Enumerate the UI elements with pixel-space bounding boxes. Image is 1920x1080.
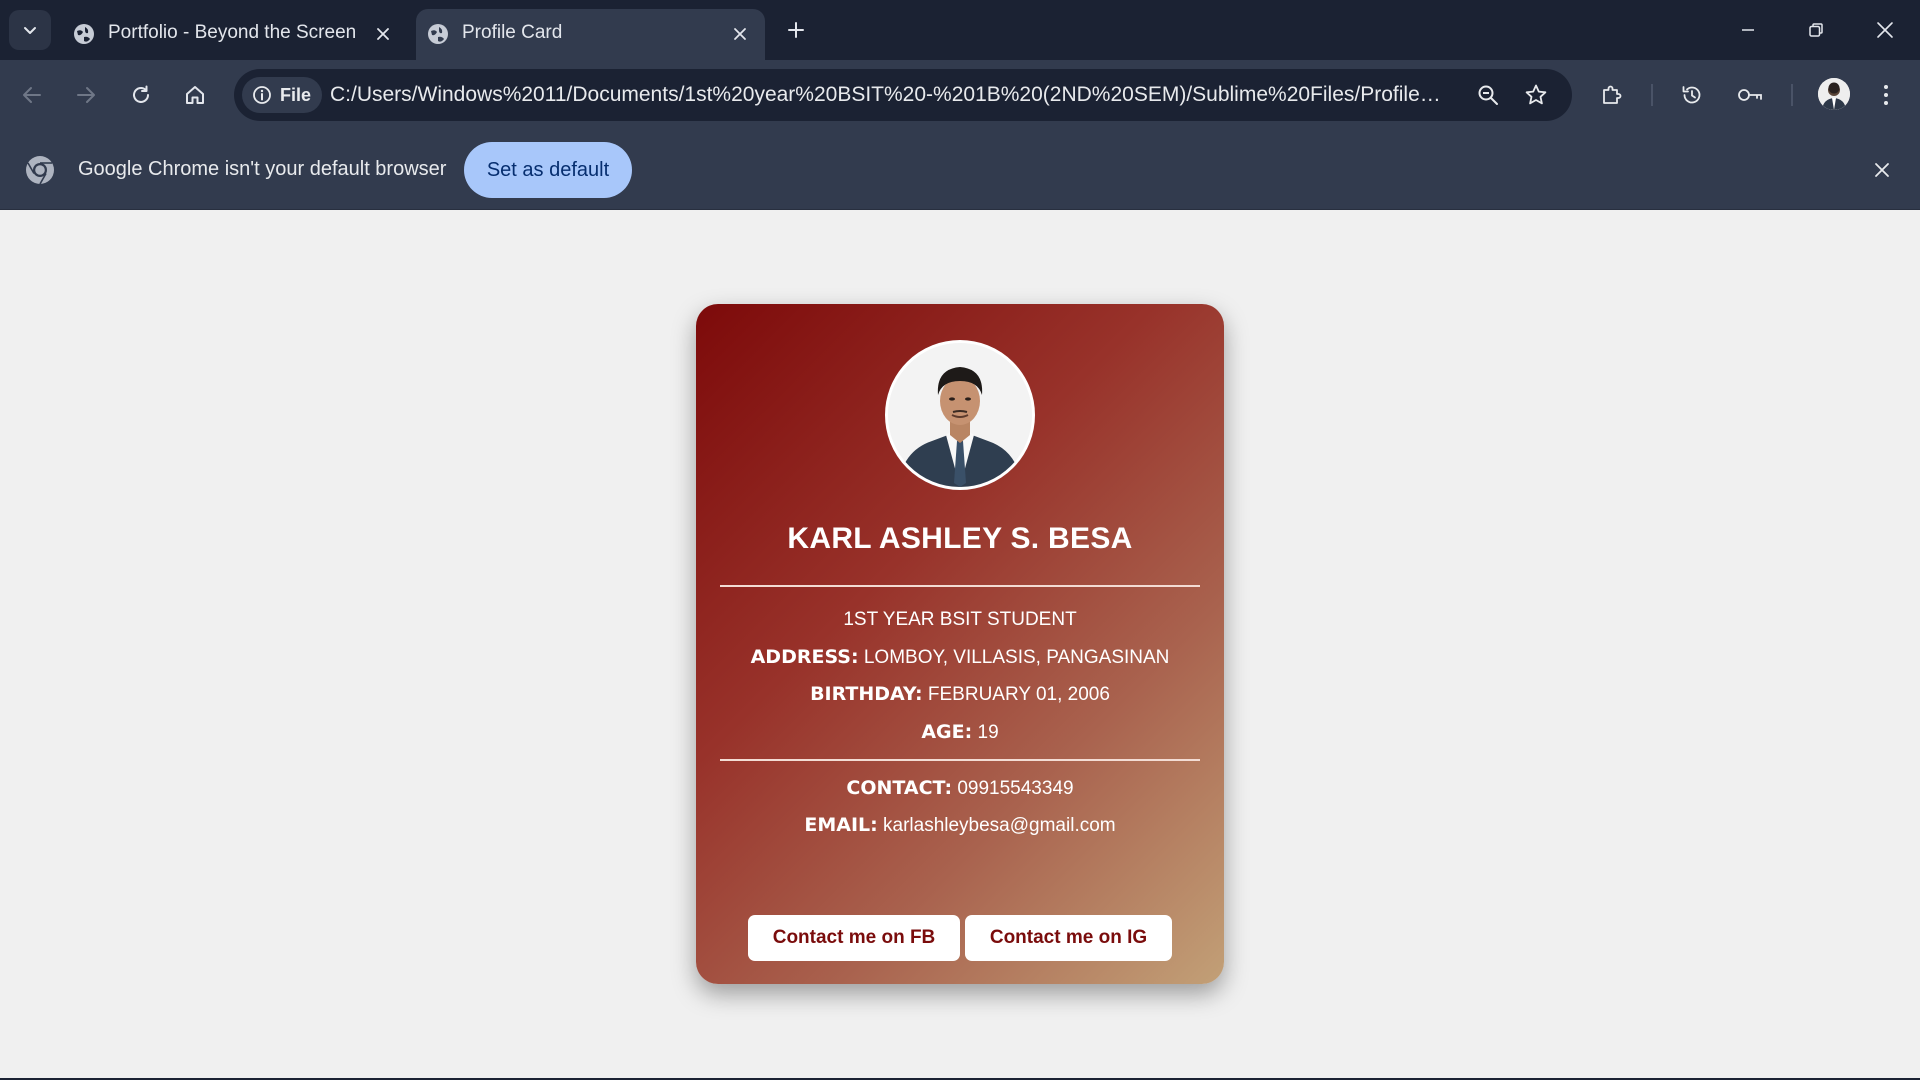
tab-search-button[interactable] bbox=[9, 10, 51, 50]
reload-icon bbox=[133, 85, 149, 103]
key-icon bbox=[1738, 89, 1762, 101]
address-label: ADDRESS: bbox=[750, 646, 859, 668]
minimize-icon bbox=[1742, 29, 1754, 31]
reload-button[interactable] bbox=[121, 75, 161, 115]
email-value: karlashleybesa@gmail.com bbox=[883, 815, 1116, 836]
address-value: LOMBOY, VILLASIS, PANGASINAN bbox=[863, 647, 1170, 668]
age-label: AGE: bbox=[921, 721, 973, 743]
chrome-logo-icon bbox=[26, 156, 54, 185]
birthday-value: FEBRUARY 01, 2006 bbox=[927, 684, 1110, 705]
scheme-label: File bbox=[280, 84, 312, 105]
toolbar-separator bbox=[1651, 84, 1653, 106]
globe-icon bbox=[428, 24, 448, 44]
age-value: 19 bbox=[977, 722, 999, 743]
default-browser-infobar: Google Chrome isn't your default browser… bbox=[0, 130, 1920, 210]
tab-portfolio[interactable]: Portfolio - Beyond the Screen bbox=[62, 9, 408, 60]
tab-title: Portfolio - Beyond the Screen bbox=[108, 22, 357, 43]
close-icon bbox=[1877, 22, 1893, 38]
set-as-default-button[interactable]: Set as default bbox=[464, 142, 632, 198]
role-text: 1ST YEAR BSIT STUDENT bbox=[843, 609, 1077, 630]
star-icon bbox=[1525, 84, 1547, 105]
tab-profile-card[interactable]: Profile Card bbox=[416, 9, 765, 60]
email-line: EMAIL: karlashleybesa@gmail.com bbox=[696, 814, 1224, 837]
contact-line: CONTACT: 09915543349 bbox=[696, 777, 1224, 800]
tab-strip: Portfolio - Beyond the Screen Profile Ca… bbox=[0, 0, 1920, 60]
email-label: EMAIL: bbox=[804, 814, 878, 836]
close-window-button[interactable] bbox=[1865, 10, 1905, 50]
more-vert-icon bbox=[1884, 85, 1888, 105]
contact-ig-button[interactable]: Contact me on IG bbox=[965, 915, 1172, 961]
restore-button[interactable] bbox=[1796, 10, 1836, 50]
profile-card: KARL ASHLEY S. BESA 1ST YEAR BSIT STUDEN… bbox=[696, 304, 1224, 984]
extensions-button[interactable] bbox=[1592, 75, 1632, 115]
birthday-line: BIRTHDAY: FEBRUARY 01, 2006 bbox=[696, 683, 1224, 706]
profile-name: KARL ASHLEY S. BESA bbox=[787, 522, 1133, 555]
back-button[interactable] bbox=[12, 75, 52, 115]
tab-close-icon[interactable] bbox=[370, 21, 396, 47]
arrow-left-icon bbox=[23, 87, 41, 103]
infobar-message: Google Chrome isn't your default browser bbox=[78, 158, 447, 180]
address-line: ADDRESS: LOMBOY, VILLASIS, PANGASINAN bbox=[696, 646, 1224, 669]
menu-button[interactable] bbox=[1866, 75, 1906, 115]
zoom-out-icon bbox=[1478, 85, 1498, 105]
contact-label: CONTACT: bbox=[846, 777, 953, 799]
tab-close-icon[interactable] bbox=[727, 21, 753, 47]
profile-photo bbox=[885, 340, 1035, 490]
plus-icon bbox=[788, 22, 804, 38]
page-viewport: KARL ASHLEY S. BESA 1ST YEAR BSIT STUDEN… bbox=[0, 211, 1920, 1078]
home-button[interactable] bbox=[175, 75, 215, 115]
info-icon bbox=[253, 86, 271, 104]
age-line: AGE: 19 bbox=[696, 721, 1224, 744]
site-info-chip[interactable]: File bbox=[242, 77, 322, 113]
birthday-label: BIRTHDAY: bbox=[810, 683, 923, 705]
globe-icon bbox=[74, 24, 94, 44]
new-tab-button[interactable] bbox=[780, 14, 812, 46]
toolbar-separator bbox=[1791, 84, 1793, 106]
infobar-close-button[interactable] bbox=[1866, 154, 1898, 186]
address-bar[interactable]: File C:/Users/Windows%2011/Documents/1st… bbox=[234, 69, 1572, 121]
arrow-right-icon bbox=[77, 87, 95, 103]
bookmark-button[interactable] bbox=[1520, 79, 1552, 111]
chevron-down-icon bbox=[24, 27, 36, 34]
profile-avatar[interactable] bbox=[1818, 78, 1850, 110]
toolbar: File C:/Users/Windows%2011/Documents/1st… bbox=[0, 60, 1920, 130]
puzzle-icon bbox=[1603, 85, 1622, 104]
contact-fb-button[interactable]: Contact me on FB bbox=[748, 915, 960, 961]
contact-value: 09915543349 bbox=[957, 778, 1074, 799]
home-icon bbox=[186, 86, 204, 104]
forward-button[interactable] bbox=[66, 75, 106, 115]
divider bbox=[720, 585, 1200, 587]
zoom-button[interactable] bbox=[1472, 79, 1504, 111]
history-icon bbox=[1682, 86, 1701, 104]
close-icon bbox=[1875, 163, 1889, 177]
restore-icon bbox=[1809, 23, 1823, 37]
url-text[interactable]: C:/Users/Windows%2011/Documents/1st%20ye… bbox=[330, 83, 1450, 107]
minimize-button[interactable] bbox=[1728, 10, 1768, 50]
tab-title: Profile Card bbox=[462, 22, 563, 43]
divider bbox=[720, 759, 1200, 761]
passwords-button[interactable] bbox=[1730, 75, 1770, 115]
history-button[interactable] bbox=[1672, 75, 1712, 115]
